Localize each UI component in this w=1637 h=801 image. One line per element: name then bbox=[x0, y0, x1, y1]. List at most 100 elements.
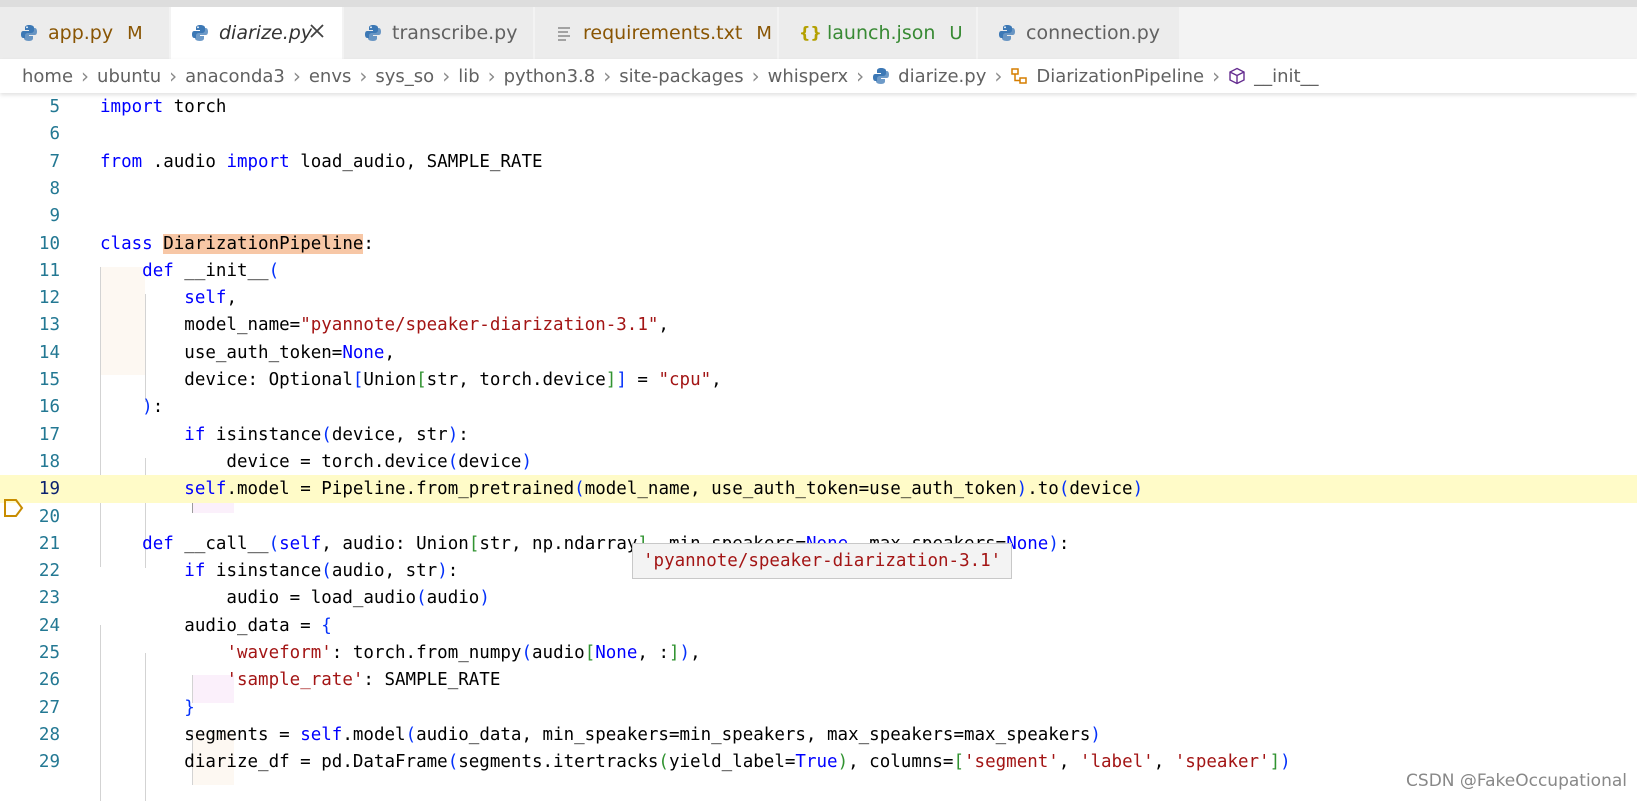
line-code: import torch bbox=[100, 97, 227, 117]
tab-app-py[interactable]: app.py M bbox=[0, 7, 170, 59]
tab-label: diarize.py bbox=[219, 22, 313, 44]
line-number[interactable]: 22 bbox=[0, 557, 60, 585]
line-number[interactable]: 6 bbox=[0, 120, 60, 148]
line-number[interactable]: 11 bbox=[0, 257, 60, 285]
line-code: ): bbox=[142, 397, 164, 418]
line-number[interactable]: 17 bbox=[0, 421, 60, 449]
line-number[interactable]: 7 bbox=[0, 148, 60, 176]
line-number[interactable]: 23 bbox=[0, 584, 60, 612]
line-number[interactable]: 25 bbox=[0, 639, 60, 667]
code-line[interactable]: 20 bbox=[0, 503, 1637, 531]
watermark: CSDN @FakeOccupational bbox=[1406, 771, 1627, 791]
breadcrumb-item-site-packages[interactable]: site-packages bbox=[619, 66, 743, 87]
code-line[interactable]: 28 segments = self.model(audio_data, min… bbox=[0, 721, 1637, 749]
line-number[interactable]: 16 bbox=[0, 393, 60, 421]
code-line[interactable]: 5 import torch bbox=[0, 93, 1637, 121]
line-code: if isinstance(audio, str): bbox=[184, 561, 459, 582]
line-number[interactable]: 26 bbox=[0, 666, 60, 694]
line-code: if isinstance(device, str): bbox=[184, 424, 469, 445]
breadcrumb-item-python38[interactable]: python3.8 bbox=[504, 66, 596, 87]
code-line[interactable]: 11 def __init__( bbox=[0, 257, 1637, 285]
code-editor[interactable]: 5 import torch 6 7 from .audio import load_a… bbox=[0, 93, 1637, 801]
code-line[interactable]: 29 diarize_df = pd.DataFrame(segments.it… bbox=[0, 748, 1637, 776]
line-code: device: Optional[Union[str, torch.device… bbox=[100, 370, 722, 390]
code-line[interactable]: 17 if isinstance(device, str): bbox=[0, 421, 1637, 449]
chevron-right-icon: › bbox=[994, 64, 1003, 88]
line-code: segments = self.model(audio_data, min_sp… bbox=[100, 724, 1101, 745]
breadcrumb-item-lib[interactable]: lib bbox=[458, 66, 479, 87]
breadcrumb-item-method[interactable]: __init__ bbox=[1228, 65, 1319, 87]
breadcrumb-item-sys-so[interactable]: sys_so bbox=[375, 66, 434, 87]
code-line[interactable]: 6 bbox=[0, 120, 1637, 148]
breadcrumb-item-anaconda3[interactable]: anaconda3 bbox=[185, 66, 285, 87]
python-icon bbox=[873, 68, 890, 84]
code-line[interactable]: 7 from .audio import load_audio, SAMPLE_R… bbox=[0, 148, 1637, 176]
code-line[interactable]: 14 use_auth_token=None, bbox=[0, 339, 1637, 367]
breadcrumb-method-label: __init__ bbox=[1254, 65, 1319, 87]
code-line[interactable]: 13 model_name="pyannote/speaker-diarizat… bbox=[0, 311, 1637, 339]
chevron-right-icon: › bbox=[81, 64, 90, 88]
line-number[interactable]: 24 bbox=[0, 612, 60, 640]
line-number[interactable]: 14 bbox=[0, 339, 60, 367]
method-cube-icon bbox=[1229, 67, 1245, 85]
line-number[interactable]: 21 bbox=[0, 530, 60, 558]
line-number[interactable]: 18 bbox=[0, 448, 60, 476]
tab-launch-json[interactable]: {} launch.json U bbox=[779, 7, 977, 59]
breadcrumb-item-file[interactable]: diarize.py bbox=[872, 66, 986, 87]
tab-requirements-txt[interactable]: requirements.txt M bbox=[535, 7, 778, 59]
python-icon bbox=[999, 25, 1015, 41]
line-code: 'sample_rate': SAMPLE_RATE bbox=[226, 670, 501, 691]
editor-tab-bar: app.py M diarize.py transcribe.py requir… bbox=[0, 0, 1637, 60]
code-line[interactable]: 18 device = torch.device(device) bbox=[0, 448, 1637, 476]
code-line[interactable]: 25 'waveform': torch.from_numpy(audio[No… bbox=[0, 639, 1637, 667]
line-code: self, bbox=[184, 288, 237, 309]
line-number[interactable]: 5 bbox=[0, 93, 60, 121]
code-line[interactable]: 12 self, bbox=[0, 284, 1637, 312]
code-line[interactable]: 24 audio_data = { bbox=[0, 612, 1637, 640]
code-line[interactable]: 9 bbox=[0, 202, 1637, 230]
line-number[interactable]: 12 bbox=[0, 284, 60, 312]
git-status-badge: M bbox=[756, 22, 772, 44]
close-icon[interactable] bbox=[306, 20, 328, 42]
line-number[interactable]: 13 bbox=[0, 311, 60, 339]
tab-label: launch.json bbox=[827, 22, 936, 44]
tab-label: transcribe.py bbox=[392, 22, 518, 44]
hover-tooltip: 'pyannote/speaker-diarization-3.1' bbox=[632, 543, 1013, 579]
chevron-right-icon: › bbox=[856, 64, 865, 88]
tab-transcribe-py[interactable]: transcribe.py bbox=[344, 7, 534, 59]
tab-connection-py[interactable]: connection.py bbox=[978, 7, 1180, 59]
code-line[interactable]: 27 } bbox=[0, 694, 1637, 722]
chevron-right-icon: › bbox=[1212, 64, 1221, 88]
line-number[interactable]: 29 bbox=[0, 748, 60, 776]
breadcrumb-item-class[interactable]: DiarizationPipeline bbox=[1010, 66, 1204, 87]
line-code: from .audio import load_audio, SAMPLE_RA… bbox=[100, 151, 543, 172]
line-number[interactable]: 9 bbox=[0, 202, 60, 230]
code-line[interactable]: 8 bbox=[0, 175, 1637, 203]
line-number[interactable]: 15 bbox=[0, 366, 60, 394]
chevron-right-icon: › bbox=[487, 64, 496, 88]
breadcrumb-item-envs[interactable]: envs bbox=[309, 66, 352, 87]
text-file-icon bbox=[558, 27, 570, 41]
tab-label: requirements.txt bbox=[583, 22, 743, 44]
line-number[interactable]: 28 bbox=[0, 721, 60, 749]
code-line[interactable]: 23 audio = load_audio(audio) bbox=[0, 584, 1637, 612]
code-line[interactable]: 16 ): bbox=[0, 393, 1637, 421]
debug-breakpoint-arrow-icon[interactable] bbox=[3, 498, 25, 518]
code-line[interactable]: 19 self.model = Pipeline.from_pretrained… bbox=[0, 475, 1637, 504]
breadcrumb-item-home[interactable]: home bbox=[22, 66, 73, 87]
line-number[interactable]: 10 bbox=[0, 230, 60, 258]
code-line[interactable]: 10 class DiarizationPipeline: bbox=[0, 230, 1637, 258]
chevron-right-icon: › bbox=[292, 64, 301, 88]
code-line[interactable]: 15 device: Optional[Union[str, torch.dev… bbox=[0, 366, 1637, 394]
code-line[interactable]: 26 'sample_rate': SAMPLE_RATE bbox=[0, 666, 1637, 694]
line-number[interactable]: 8 bbox=[0, 175, 60, 203]
tab-diarize-py[interactable]: diarize.py bbox=[171, 7, 343, 59]
line-code: device = torch.device(device) bbox=[100, 451, 532, 472]
line-code: audio_data = { bbox=[100, 615, 332, 636]
breadcrumb-class-label: DiarizationPipeline bbox=[1036, 65, 1205, 87]
breadcrumb-item-ubuntu[interactable]: ubuntu bbox=[97, 66, 161, 87]
git-status-badge: U bbox=[949, 22, 963, 44]
line-code: audio = load_audio(audio) bbox=[100, 588, 490, 609]
line-number[interactable]: 27 bbox=[0, 694, 60, 722]
breadcrumb-item-whisperx[interactable]: whisperx bbox=[768, 66, 849, 87]
